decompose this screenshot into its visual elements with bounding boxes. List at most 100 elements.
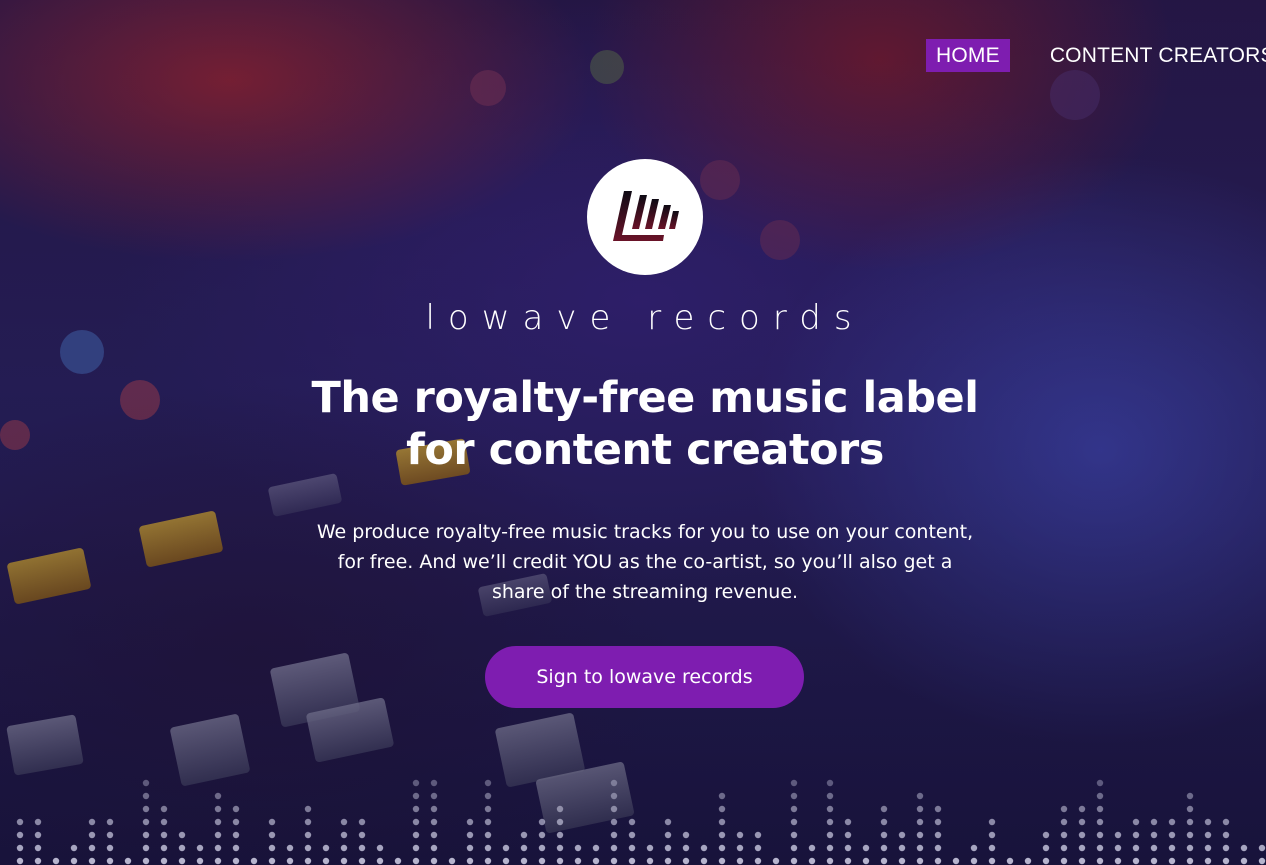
- equalizer-dot: [700, 844, 708, 852]
- equalizer-dot: [160, 857, 168, 865]
- equalizer-dot: [430, 857, 438, 865]
- equalizer-dot: [304, 857, 312, 865]
- equalizer-dot: [1186, 805, 1194, 813]
- equalizer-dot: [142, 831, 150, 839]
- equalizer-dot: [1060, 818, 1068, 826]
- equalizer-dot: [898, 831, 906, 839]
- equalizer-dot: [988, 818, 996, 826]
- equalizer-dot: [502, 844, 510, 852]
- equalizer-dot: [1096, 779, 1104, 787]
- equalizer-dot: [1186, 831, 1194, 839]
- equalizer-dot: [430, 831, 438, 839]
- equalizer-dot: [718, 818, 726, 826]
- equalizer-dot: [988, 831, 996, 839]
- brand-name: lowave records: [425, 298, 865, 338]
- equalizer-dot: [880, 818, 888, 826]
- equalizer-dot: [1078, 857, 1086, 865]
- equalizer-dot: [196, 857, 204, 865]
- equalizer-dot: [34, 831, 42, 839]
- equalizer-dot: [646, 857, 654, 865]
- equalizer-dot: [628, 818, 636, 826]
- equalizer-dot: [88, 831, 96, 839]
- equalizer-dot: [772, 857, 780, 865]
- equalizer-dot: [1006, 857, 1014, 865]
- equalizer-dot: [1186, 844, 1194, 852]
- equalizer-dot: [1204, 857, 1212, 865]
- equalizer-dot: [628, 844, 636, 852]
- sign-up-button[interactable]: Sign to lowave records: [485, 646, 804, 708]
- equalizer-dot: [898, 857, 906, 865]
- equalizer-dot: [826, 779, 834, 787]
- equalizer-dot: [322, 857, 330, 865]
- equalizer-dot: [52, 857, 60, 865]
- equalizer-dot: [88, 857, 96, 865]
- logo[interactable]: [587, 159, 703, 275]
- equalizer-dot: [106, 857, 114, 865]
- equalizer-dot: [1060, 844, 1068, 852]
- equalizer-dot: [358, 831, 366, 839]
- equalizer-dot: [1114, 844, 1122, 852]
- equalizer-dot: [268, 857, 276, 865]
- equalizer-dot: [106, 844, 114, 852]
- equalizer-dot: [1132, 857, 1140, 865]
- equalizer-dot: [1096, 805, 1104, 813]
- equalizer-dot: [340, 857, 348, 865]
- equalizer-dot: [988, 857, 996, 865]
- equalizer-dot: [142, 779, 150, 787]
- equalizer-dot: [1114, 831, 1122, 839]
- equalizer-dot: [214, 844, 222, 852]
- equalizer-dot: [862, 857, 870, 865]
- equalizer-dot: [16, 818, 24, 826]
- equalizer-dot: [34, 857, 42, 865]
- equalizer-dot: [1222, 857, 1230, 865]
- equalizer-dot: [934, 857, 942, 865]
- equalizer-dot: [358, 844, 366, 852]
- equalizer-dot: [1150, 844, 1158, 852]
- equalizer-dot: [790, 805, 798, 813]
- equalizer-dot: [232, 818, 240, 826]
- equalizer-dot: [376, 844, 384, 852]
- equalizer-dot: [502, 857, 510, 865]
- equalizer-dot: [790, 818, 798, 826]
- equalizer-dot: [286, 857, 294, 865]
- equalizer-dot: [826, 792, 834, 800]
- equalizer-dot: [754, 857, 762, 865]
- equalizer-dot: [1078, 818, 1086, 826]
- headline-line-2: for content creators: [406, 425, 884, 475]
- equalizer-dot: [484, 792, 492, 800]
- equalizer-dot: [1132, 831, 1140, 839]
- equalizer-dot: [1042, 831, 1050, 839]
- equalizer-dot: [934, 805, 942, 813]
- equalizer-dot: [1222, 831, 1230, 839]
- equalizer-dot: [610, 844, 618, 852]
- equalizer-dot: [1204, 818, 1212, 826]
- equalizer-dot: [970, 857, 978, 865]
- equalizer-dot: [1132, 818, 1140, 826]
- equalizer-dot: [88, 844, 96, 852]
- equalizer-dot: [1240, 844, 1248, 852]
- nav-home-link[interactable]: HOME: [926, 39, 1010, 72]
- equalizer-dot: [1096, 818, 1104, 826]
- equalizer-dot: [1042, 857, 1050, 865]
- equalizer-dot: [16, 857, 24, 865]
- equalizer-dot: [556, 805, 564, 813]
- equalizer-dot: [664, 857, 672, 865]
- equalizer-dots: [16, 779, 1266, 865]
- equalizer-dot: [790, 779, 798, 787]
- equalizer-dot: [430, 844, 438, 852]
- equalizer-dot: [1240, 857, 1248, 865]
- equalizer-dot: [484, 857, 492, 865]
- equalizer-dot: [1150, 818, 1158, 826]
- equalizer-dot: [844, 818, 852, 826]
- equalizer-dot: [178, 844, 186, 852]
- equalizer-dot: [484, 818, 492, 826]
- equalizer-dot: [916, 818, 924, 826]
- nav-content-creators-link[interactable]: CONTENT CREATORS: [1040, 39, 1266, 72]
- equalizer-dot: [610, 779, 618, 787]
- equalizer-dot: [214, 805, 222, 813]
- equalizer-dot: [412, 818, 420, 826]
- equalizer-dot: [736, 844, 744, 852]
- equalizer-dot: [466, 818, 474, 826]
- equalizer-dot: [1060, 831, 1068, 839]
- equalizer-dot: [232, 805, 240, 813]
